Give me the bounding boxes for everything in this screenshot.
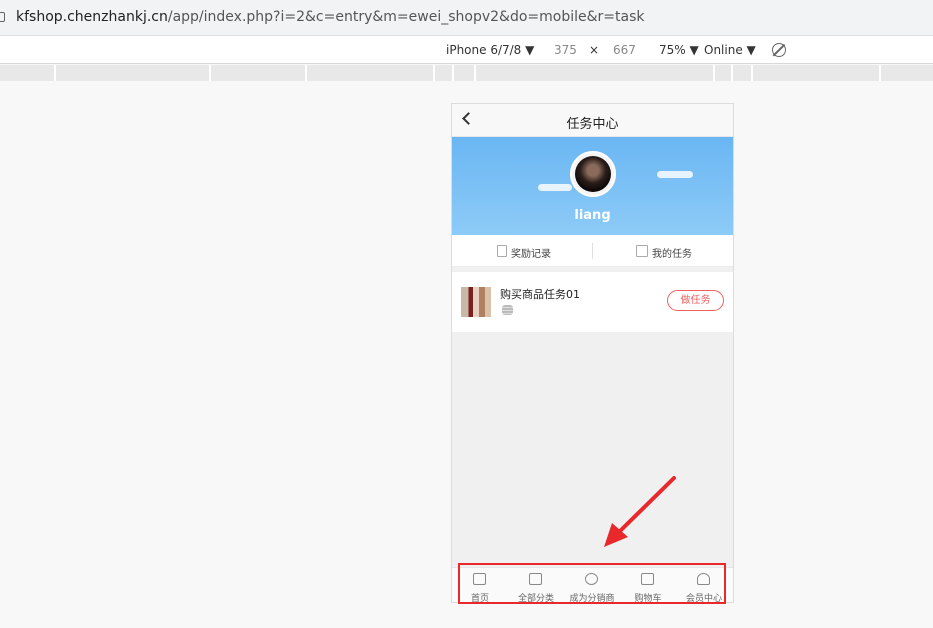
width-field[interactable]: 375 (554, 43, 577, 57)
ruler-segment[interactable] (879, 65, 881, 81)
cloud-decoration (538, 184, 572, 191)
url-host: kfshop.chenzhankj.cn (16, 9, 168, 25)
ruler-segment[interactable] (54, 65, 56, 81)
page-title: 任务中心 (566, 117, 619, 132)
zoom-select[interactable]: 75% ▼ (659, 43, 699, 57)
task-name: 购买商品任务01 (500, 288, 580, 301)
tab-label: 我的任务 (652, 249, 692, 260)
tab-reward-records[interactable]: 奖励记录 (452, 235, 592, 267)
ruler-segment[interactable] (474, 65, 476, 81)
ruler-segment[interactable] (452, 65, 454, 81)
ruler-segment[interactable] (731, 65, 733, 81)
network-select[interactable]: Online ▼ (704, 43, 756, 57)
highlight-box (458, 563, 726, 604)
ruler-segment[interactable] (751, 65, 753, 81)
height-field[interactable]: 667 (613, 43, 636, 57)
address-bar[interactable]: kfshop.chenzhankj.cn/app/index.php?i=2&c… (0, 0, 933, 36)
tab-label: 奖励记录 (511, 249, 551, 260)
ruler-segment[interactable] (433, 65, 435, 81)
url-path: /app/index.php?i=2&c=entry&m=ewei_shopv2… (167, 9, 645, 25)
lock-icon[interactable] (0, 12, 5, 22)
url-text[interactable]: kfshop.chenzhankj.cn/app/index.php?i=2&c… (16, 9, 644, 25)
ruler-segment[interactable] (209, 65, 211, 81)
device-select[interactable]: iPhone 6/7/8 ▼ (446, 43, 534, 57)
phone-viewport: 任务中心 liang 奖励记录 我的任务 购买商品任务01 做任务 首页 全部分… (451, 103, 734, 603)
cloud-decoration (657, 171, 693, 178)
ruler-segment[interactable] (305, 65, 307, 81)
task-tabs: 奖励记录 我的任务 (452, 235, 733, 267)
mobile-header: 任务中心 (452, 104, 733, 137)
coin-stack-icon (502, 305, 513, 315)
document-icon (497, 245, 507, 257)
do-task-button[interactable]: 做任务 (667, 290, 724, 311)
media-query-bar[interactable] (0, 65, 933, 81)
avatar[interactable] (570, 151, 616, 197)
rotate-icon[interactable] (772, 43, 786, 57)
gift-icon (636, 245, 648, 257)
device-toolbar: iPhone 6/7/8 ▼ 375 × 667 75% ▼ Online ▼ (0, 36, 933, 64)
username: liang (574, 208, 611, 223)
tab-my-tasks[interactable]: 我的任务 (593, 235, 733, 267)
ruler-segment[interactable] (713, 65, 715, 81)
profile-banner: liang (452, 137, 733, 235)
product-thumbnail (461, 287, 491, 317)
annotation-arrow (604, 476, 676, 547)
dimension-separator: × (589, 43, 600, 57)
task-item[interactable]: 购买商品任务01 做任务 (452, 272, 733, 332)
